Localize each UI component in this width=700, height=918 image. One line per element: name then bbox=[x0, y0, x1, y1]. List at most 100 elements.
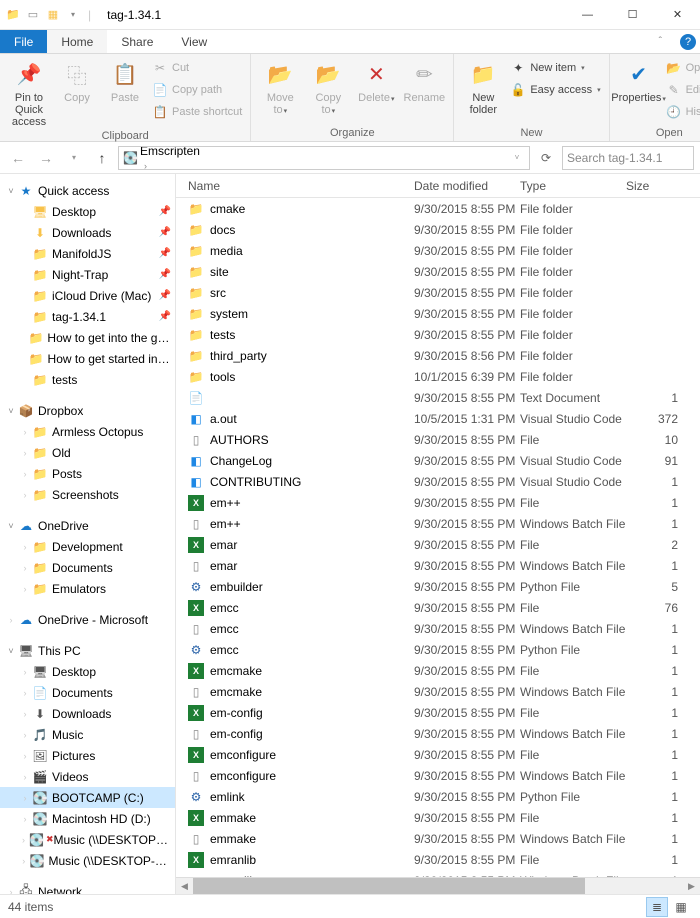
file-row[interactable]: Xem++9/30/2015 8:55 PMFile1 bbox=[176, 492, 700, 513]
expander-icon[interactable]: › bbox=[18, 563, 32, 573]
tab-share[interactable]: Share bbox=[107, 30, 167, 53]
file-row[interactable]: 📁system9/30/2015 8:55 PMFile folder bbox=[176, 303, 700, 324]
column-size[interactable]: Size bbox=[626, 179, 700, 193]
file-row[interactable]: ⚙emcc9/30/2015 8:55 PMPython File1 bbox=[176, 639, 700, 660]
tree-item[interactable]: 📁How to get started in the game bbox=[0, 348, 175, 369]
move-to-button[interactable]: 📂 Move to▾ bbox=[259, 58, 301, 116]
tree-item[interactable]: ˅📦Dropbox bbox=[0, 400, 175, 421]
properties-icon[interactable]: ▭ bbox=[24, 6, 42, 24]
file-row[interactable]: ◧CONTRIBUTING9/30/2015 8:55 PMVisual Stu… bbox=[176, 471, 700, 492]
view-large-icons-button[interactable]: ▦ bbox=[670, 897, 692, 917]
tab-file[interactable]: File bbox=[0, 30, 47, 53]
expander-icon[interactable]: › bbox=[18, 490, 32, 500]
rename-button[interactable]: ✏ Rename bbox=[403, 58, 445, 104]
tree-item[interactable]: 📁How to get into the games indu bbox=[0, 327, 175, 348]
tree-item[interactable]: 📁tag-1.34.1📌 bbox=[0, 306, 175, 327]
file-row[interactable]: Xemranlib9/30/2015 8:55 PMFile1 bbox=[176, 849, 700, 870]
file-row[interactable]: Xemcc9/30/2015 8:55 PMFile76 bbox=[176, 597, 700, 618]
file-row[interactable]: Xemcmake9/30/2015 8:55 PMFile1 bbox=[176, 660, 700, 681]
tree-item[interactable]: ›💽Music (\\DESKTOP-PC) (F:) bbox=[0, 850, 175, 871]
view-details-button[interactable]: ≣ bbox=[646, 897, 668, 917]
expander-icon[interactable]: ˅ bbox=[4, 186, 18, 196]
properties-button[interactable]: ✔ Properties▾ bbox=[618, 58, 660, 104]
tab-view[interactable]: View bbox=[167, 30, 221, 53]
expander-icon[interactable]: ˅ bbox=[4, 406, 18, 416]
expander-icon[interactable]: › bbox=[18, 772, 32, 782]
tree-item[interactable]: ›🖼Pictures bbox=[0, 745, 175, 766]
expander-icon[interactable]: › bbox=[4, 887, 18, 895]
forward-button[interactable]: → bbox=[34, 146, 58, 170]
expander-icon[interactable]: › bbox=[18, 427, 32, 437]
expander-icon[interactable]: › bbox=[18, 709, 32, 719]
tree-item[interactable]: ›📁Armless Octopus bbox=[0, 421, 175, 442]
cut-button[interactable]: ✂Cut bbox=[152, 58, 242, 78]
delete-button[interactable]: ✕ Delete▾ bbox=[355, 58, 397, 104]
tree-item[interactable]: 🖥Desktop📌 bbox=[0, 201, 175, 222]
file-row[interactable]: ▯emconfigure9/30/2015 8:55 PMWindows Bat… bbox=[176, 765, 700, 786]
file-row[interactable]: ⚙emlink9/30/2015 8:55 PMPython File1 bbox=[176, 786, 700, 807]
tree-item[interactable]: ›📁Documents bbox=[0, 557, 175, 578]
tree-item[interactable]: ›💽✖Music (\\DESKTOP-PC) (F:) bbox=[0, 829, 175, 850]
tree-item[interactable]: ˅🖥This PC bbox=[0, 640, 175, 661]
tree-item[interactable]: ›⬇Downloads bbox=[0, 703, 175, 724]
recent-dropdown-icon[interactable]: ▾ bbox=[62, 146, 86, 170]
column-type[interactable]: Type bbox=[520, 179, 626, 193]
file-row[interactable]: ▯em-config9/30/2015 8:55 PMWindows Batch… bbox=[176, 723, 700, 744]
tree-item[interactable]: ›🎬Videos bbox=[0, 766, 175, 787]
expander-icon[interactable]: › bbox=[18, 667, 32, 677]
copy-button[interactable]: ⿻ Copy bbox=[56, 58, 98, 104]
file-row[interactable]: 📁media9/30/2015 8:55 PMFile folder bbox=[176, 240, 700, 261]
expander-icon[interactable]: ˅ bbox=[4, 521, 18, 531]
history-button[interactable]: 🕘History bbox=[666, 102, 700, 122]
paste-shortcut-button[interactable]: 📋Paste shortcut bbox=[152, 102, 242, 122]
file-list[interactable]: 📁cmake9/30/2015 8:55 PMFile folder📁docs9… bbox=[176, 198, 700, 877]
file-row[interactable]: Xemar9/30/2015 8:55 PMFile2 bbox=[176, 534, 700, 555]
expander-icon[interactable]: › bbox=[18, 751, 32, 761]
tree-item[interactable]: ›🎵Music bbox=[0, 724, 175, 745]
file-row[interactable]: 📁cmake9/30/2015 8:55 PMFile folder bbox=[176, 198, 700, 219]
new-folder-button[interactable]: 📁 New folder bbox=[462, 58, 504, 116]
file-row[interactable]: 📁tools10/1/2015 6:39 PMFile folder bbox=[176, 366, 700, 387]
tree-item[interactable]: ›📁Old bbox=[0, 442, 175, 463]
pin-to-quick-access-button[interactable]: 📌 Pin to Quick access bbox=[8, 58, 50, 128]
expander-icon[interactable]: ˅ bbox=[4, 646, 18, 656]
tab-home[interactable]: Home bbox=[47, 30, 107, 53]
breadcrumb-dropdown-icon[interactable]: ˅ bbox=[509, 146, 525, 170]
file-row[interactable]: ◧a.out10/5/2015 1:31 PMVisual Studio Cod… bbox=[176, 408, 700, 429]
minimize-button[interactable]: — bbox=[565, 0, 610, 30]
column-date[interactable]: Date modified bbox=[414, 179, 520, 193]
tree-item[interactable]: ›🖥Desktop bbox=[0, 661, 175, 682]
file-row[interactable]: ▯emcmake9/30/2015 8:55 PMWindows Batch F… bbox=[176, 681, 700, 702]
up-button[interactable]: ↑ bbox=[90, 146, 114, 170]
close-button[interactable]: ✕ bbox=[655, 0, 700, 30]
file-row[interactable]: ⚙embuilder9/30/2015 8:55 PMPython File5 bbox=[176, 576, 700, 597]
tree-item[interactable]: 📁Night-Trap📌 bbox=[0, 264, 175, 285]
edit-button[interactable]: ✎Edit bbox=[666, 80, 700, 100]
maximize-button[interactable]: ☐ bbox=[610, 0, 655, 30]
file-row[interactable]: Xem-config9/30/2015 8:55 PMFile1 bbox=[176, 702, 700, 723]
expander-icon[interactable]: › bbox=[18, 856, 30, 866]
file-row[interactable]: ▯emranlib9/30/2015 8:55 PMWindows Batch … bbox=[176, 870, 700, 877]
expander-icon[interactable]: › bbox=[18, 469, 32, 479]
tree-item[interactable]: ›🖧Network bbox=[0, 881, 175, 894]
navigation-pane[interactable]: ˅★Quick access🖥Desktop📌⬇Downloads📌📁Manif… bbox=[0, 174, 176, 894]
file-row[interactable]: ▯AUTHORS9/30/2015 8:55 PMFile10 bbox=[176, 429, 700, 450]
file-row[interactable]: ▯em++9/30/2015 8:55 PMWindows Batch File… bbox=[176, 513, 700, 534]
tree-item[interactable]: ˅★Quick access bbox=[0, 180, 175, 201]
tree-item[interactable]: ›💽Macintosh HD (D:) bbox=[0, 808, 175, 829]
tree-item[interactable]: ›📁Emulators bbox=[0, 578, 175, 599]
qat-dropdown-icon[interactable]: ▾ bbox=[64, 6, 82, 24]
file-row[interactable]: ◧ChangeLog9/30/2015 8:55 PMVisual Studio… bbox=[176, 450, 700, 471]
expander-icon[interactable]: › bbox=[18, 688, 32, 698]
file-row[interactable]: 📄9/30/2015 8:55 PMText Document1 bbox=[176, 387, 700, 408]
paste-button[interactable]: 📋 Paste bbox=[104, 58, 146, 104]
file-row[interactable]: Xemconfigure9/30/2015 8:55 PMFile1 bbox=[176, 744, 700, 765]
expander-icon[interactable]: › bbox=[4, 615, 18, 625]
open-button[interactable]: 📂Open▾ bbox=[666, 58, 700, 78]
expander-icon[interactable]: › bbox=[18, 542, 32, 552]
column-name[interactable]: Name bbox=[176, 179, 414, 193]
breadcrumb-segment[interactable]: Emscripten bbox=[140, 146, 232, 158]
easy-access-button[interactable]: 🔓Easy access▾ bbox=[510, 80, 600, 100]
tree-item[interactable]: ›📁Development bbox=[0, 536, 175, 557]
horizontal-scrollbar[interactable]: ◀ ▶ bbox=[176, 877, 700, 894]
